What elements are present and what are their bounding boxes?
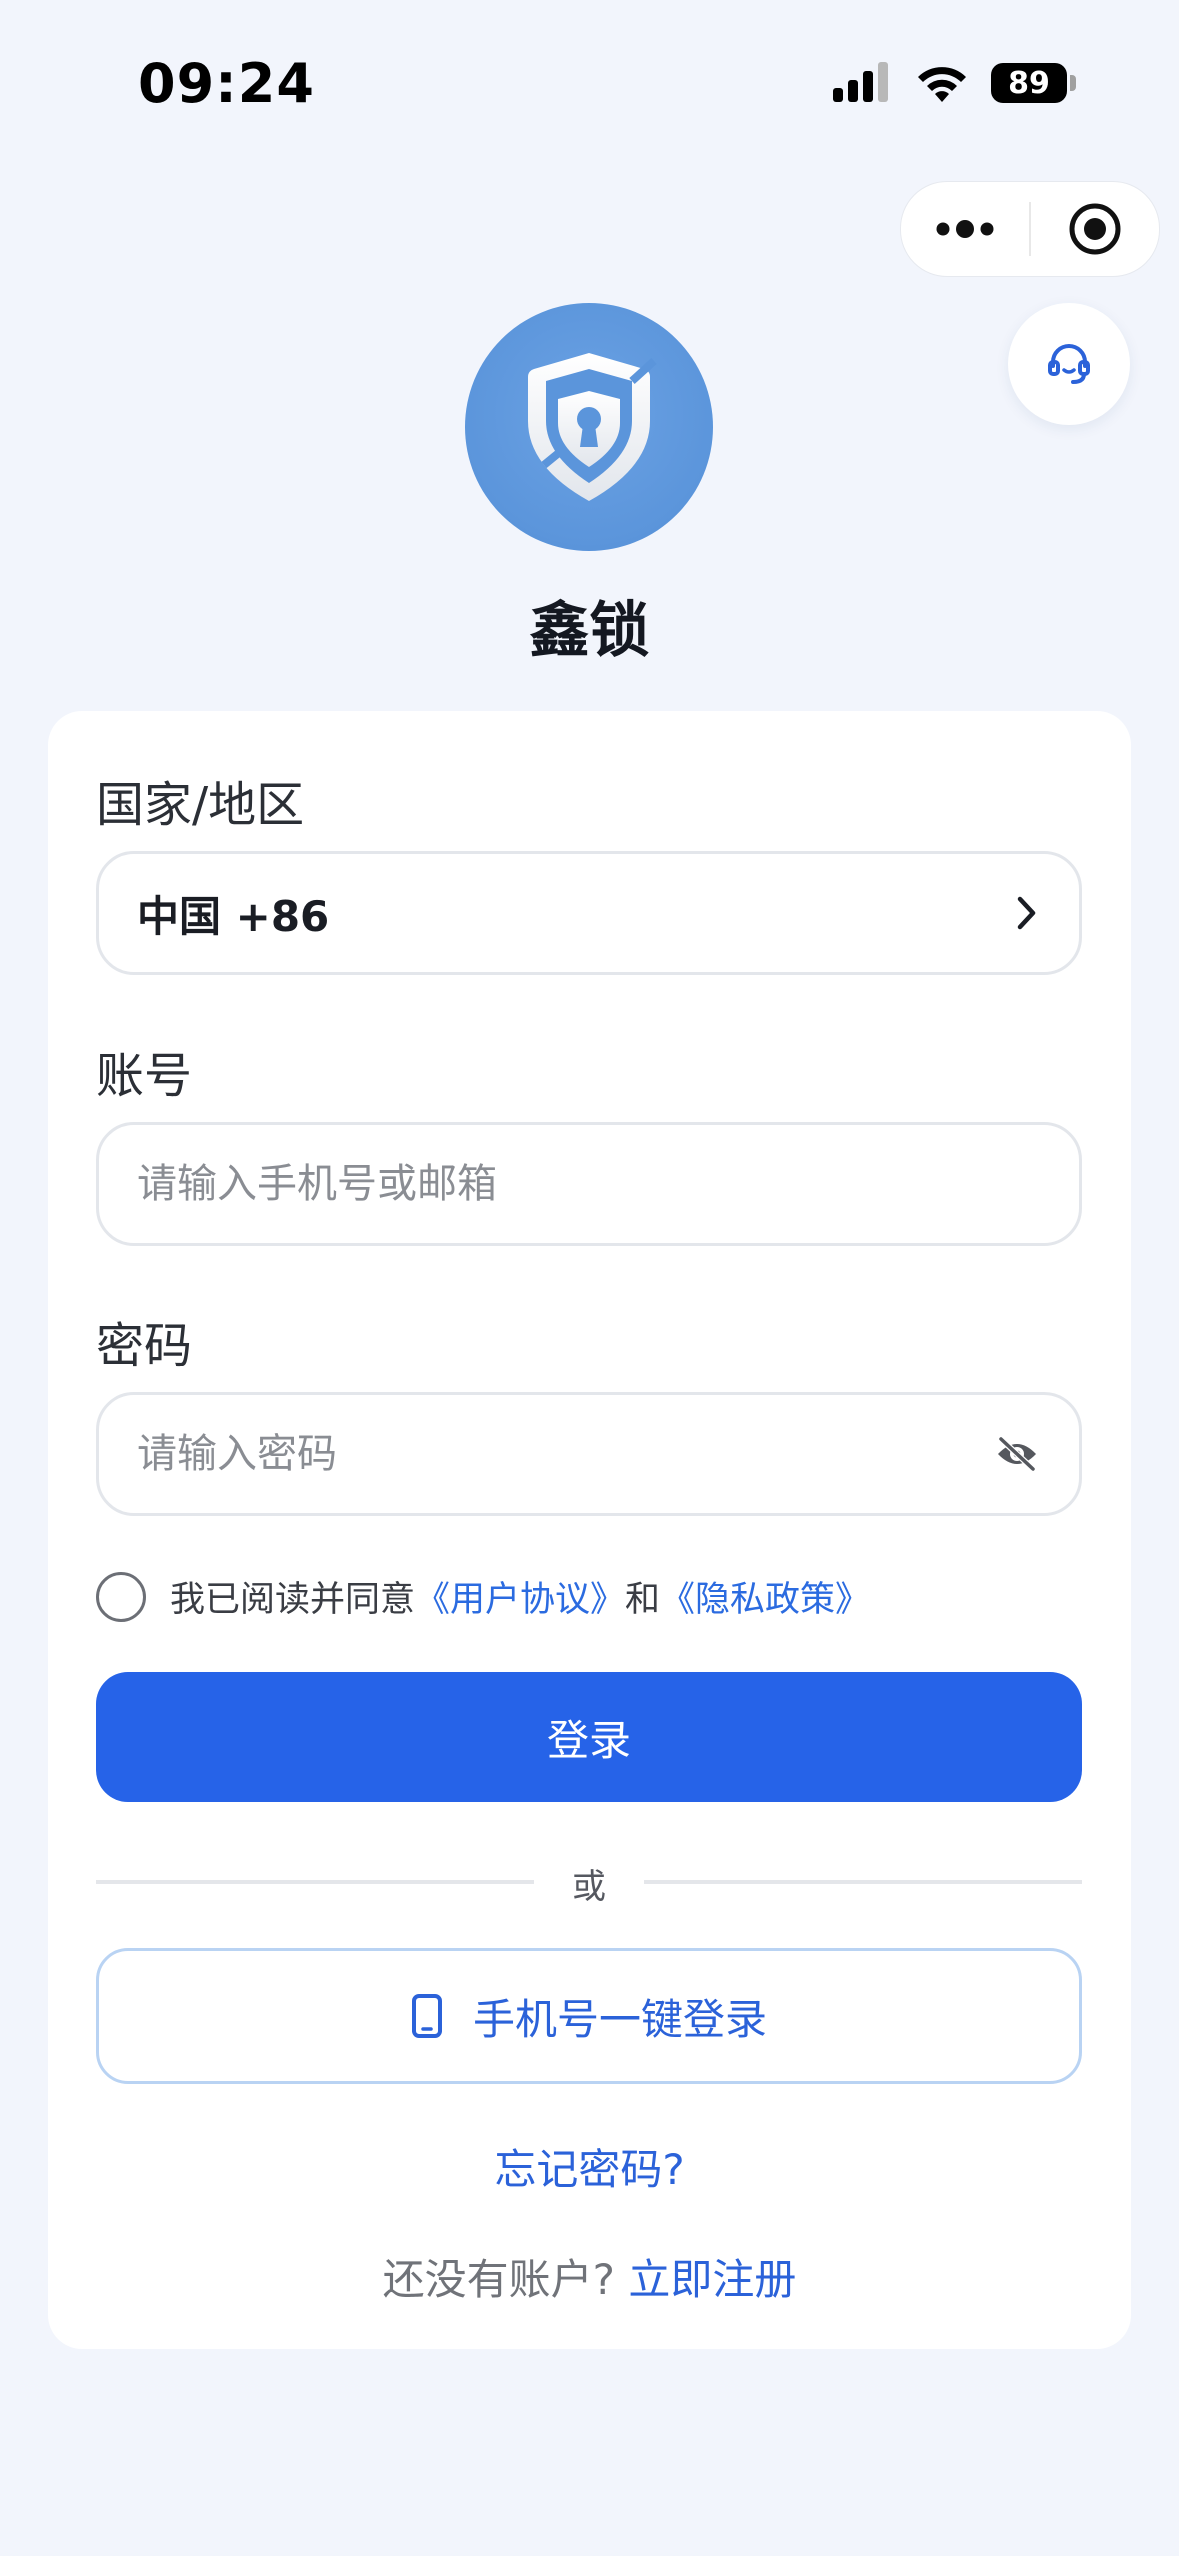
country-label: 国家/地区 <box>96 777 305 833</box>
user-agreement-link[interactable]: 《用户协议》 <box>415 1571 625 1622</box>
eye-off-icon <box>998 1436 1036 1472</box>
account-label: 账号 <box>96 1048 193 1104</box>
agreement-and: 和 <box>625 1580 661 1620</box>
country-value: 中国 +86 <box>137 891 330 941</box>
customer-support-button[interactable] <box>1008 303 1130 425</box>
more-dots-icon <box>936 220 994 238</box>
headset-icon <box>1048 344 1090 384</box>
no-account-text: 还没有账户? <box>382 2255 615 2304</box>
app-logo <box>465 303 713 551</box>
miniprogram-capsule <box>900 181 1160 277</box>
chevron-right-icon <box>1015 894 1039 932</box>
account-field <box>96 1122 1082 1246</box>
signal-icon <box>833 62 888 102</box>
password-input[interactable] <box>137 1431 937 1477</box>
smartphone-icon <box>411 1993 443 2039</box>
register-link[interactable]: 立即注册 <box>628 2255 796 2304</box>
target-close-icon <box>1069 203 1121 255</box>
password-label: 密码 <box>96 1318 193 1374</box>
capsule-menu-button[interactable] <box>901 182 1029 276</box>
app-name: 鑫锁 <box>529 596 650 666</box>
wifi-icon <box>918 67 966 102</box>
phone-login-label: 手机号一键登录 <box>472 1994 767 2044</box>
account-input[interactable] <box>137 1161 937 1207</box>
battery-tip <box>1070 75 1076 91</box>
status-time: 09:24 <box>138 52 315 115</box>
password-visibility-toggle[interactable] <box>995 1436 1039 1472</box>
privacy-policy-link[interactable]: 《隐私政策》 <box>660 1571 870 1622</box>
divider-text: 或 <box>572 1867 606 1907</box>
register-row: 还没有账户? 立即注册 <box>48 2246 1131 2307</box>
or-divider: 或 <box>96 1851 1082 1911</box>
agreement-checkbox[interactable] <box>96 1571 146 1622</box>
capsule-close-button[interactable] <box>1031 182 1159 276</box>
forgot-password-link[interactable]: 忘记密码? <box>48 2136 1131 2197</box>
status-bar: 09:24 89 <box>0 0 1179 140</box>
agreement-text: 我已阅读并同意 <box>170 1580 416 1620</box>
status-indicators: 89 <box>833 62 1077 104</box>
phone-login-button[interactable]: 手机号一键登录 <box>96 1948 1082 2084</box>
login-card: 国家/地区 中国 +86 账号 密码 我已阅读并同意 《用户协议》 和 <box>48 711 1131 2349</box>
shield-keyhole-icon <box>528 353 657 501</box>
password-field <box>96 1392 1082 1516</box>
battery-indicator: 89 <box>991 62 1077 104</box>
login-button[interactable]: 登录 <box>96 1672 1082 1802</box>
country-selector[interactable]: 中国 +86 <box>96 851 1082 975</box>
agreement-row: 我已阅读并同意 《用户协议》 和 《隐私政策》 <box>96 1571 870 1622</box>
battery-level: 89 <box>991 63 1067 103</box>
